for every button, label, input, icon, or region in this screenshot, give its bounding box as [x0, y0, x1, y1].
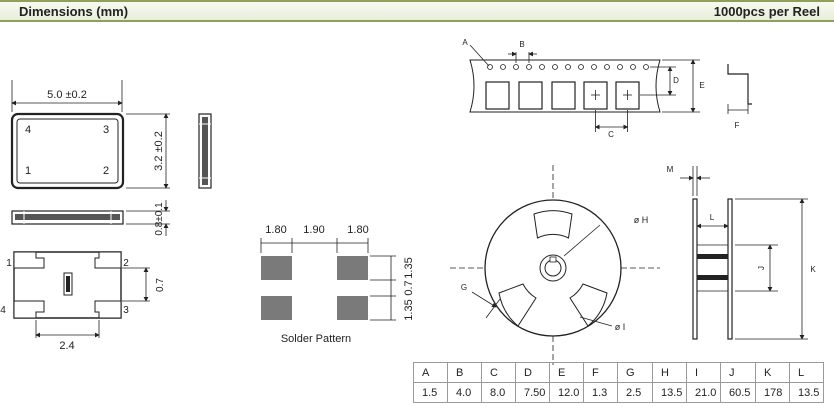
table-value-cell: 7.50: [515, 382, 550, 403]
table-value-cell: 21.0: [686, 382, 721, 403]
pin2-label: 2: [103, 165, 109, 177]
package-bottom-view: 1 2 3 4 2.4 0.7: [0, 251, 166, 352]
table-value-row: 1.5 4.0 8.0 7.50 12.0 1.3 2.5 13.5 21.0 …: [413, 382, 824, 403]
table-header-cell: L: [789, 362, 824, 383]
table-value-cell: 1.3: [583, 382, 618, 403]
reel-label-j: J: [757, 266, 766, 270]
table-value-cell: 12.0: [549, 382, 584, 403]
table-value-cell: 2.5: [617, 382, 653, 403]
bottom-pitch-label: 2.4: [59, 340, 74, 352]
table-value-cell: 4.0: [447, 382, 482, 403]
table-value-cell: 13.5: [789, 382, 824, 403]
table-header-cell: C: [481, 362, 516, 383]
table-header-cell: K: [755, 362, 790, 383]
solder-pad: [261, 296, 292, 320]
package-top-view: 5.0 ±0.2 4 3 1 2 3.2 ±0.2: [10, 80, 170, 190]
tape-label-c: C: [608, 130, 614, 139]
solder-dim-right: 1.80: [347, 224, 368, 236]
tape-label-d: D: [673, 76, 679, 85]
reel-dimension-table: A B C D E F G H I J K L 1.5 4.0 8.0 7.50…: [413, 362, 824, 403]
reel-label-k: K: [810, 265, 816, 274]
package-width-label: 5.0 ±0.2: [47, 89, 87, 101]
table-header-cell: B: [447, 362, 482, 383]
table-header-row: A B C D E F G H I J K L: [413, 362, 824, 383]
reel-label-h: ø H: [634, 215, 649, 225]
bottom-pin4-label: 4: [0, 305, 6, 316]
tape-label-e: E: [699, 81, 704, 90]
table-header-cell: J: [720, 362, 756, 383]
table-header-cell: H: [652, 362, 687, 383]
solder-pad: [337, 256, 368, 280]
pin3-label: 3: [103, 124, 109, 136]
bottom-pad-label: 0.7: [155, 278, 166, 292]
reel-side-view: M L J K: [667, 165, 816, 340]
table-value-cell: 8.0: [481, 382, 516, 403]
table-header-cell: I: [686, 362, 721, 383]
table-header-cell: F: [583, 362, 618, 383]
table-value-cell: 13.5: [652, 382, 687, 403]
tape-label-f: F: [735, 121, 740, 130]
solder-dim-left: 1.80: [265, 224, 286, 236]
bottom-pin1-label: 1: [6, 258, 12, 269]
table-header-cell: G: [617, 362, 653, 383]
package-height-label: 3.2 ±0.2: [153, 131, 165, 171]
table-value-cell: 60.5: [720, 382, 756, 403]
tape-label-b: B: [519, 40, 524, 49]
solder-caption: Solder Pattern: [281, 333, 351, 345]
pin4-label: 4: [25, 124, 31, 136]
table-value-cell: 178: [755, 382, 790, 403]
carrier-tape: A B C D E F: [462, 38, 752, 139]
solder-vdim-top: 1.35: [403, 257, 415, 278]
table-value-cell: 1.5: [413, 382, 448, 403]
reel-label-m: M: [667, 165, 674, 174]
reel-label-l: L: [710, 213, 715, 222]
solder-vdim-bottom: 1.35: [403, 299, 415, 320]
package-thickness-view: 0.8±0.1: [11, 200, 170, 236]
solder-dim-mid: 1.90: [303, 224, 324, 236]
reel-label-i: ø I: [615, 322, 626, 332]
solder-pad: [261, 256, 292, 280]
table-header-cell: E: [549, 362, 584, 383]
package-side-view: [198, 113, 212, 189]
solder-vdim-mid: 0.7: [403, 280, 415, 295]
drawing-canvas: 5.0 ±0.2 4 3 1 2 3.2 ±0.2 0.8±0.1 1 2 3 …: [0, 38, 816, 365]
solder-pad: [337, 296, 368, 320]
package-thickness-label: 0.8±0.1: [154, 202, 165, 236]
bottom-pin3-label: 3: [123, 305, 129, 316]
reel-label-g: G: [461, 283, 467, 292]
pin1-label: 1: [25, 165, 31, 177]
solder-pattern: 1.80 1.90 1.80 1.35 0.7 1.35 Solder Patt…: [260, 224, 415, 345]
table-header-cell: A: [413, 362, 448, 383]
table-header-cell: D: [515, 362, 550, 383]
bottom-pin2-label: 2: [123, 258, 129, 269]
reel-front-view: ø H ø I G: [450, 165, 660, 365]
tape-label-a: A: [462, 38, 468, 47]
